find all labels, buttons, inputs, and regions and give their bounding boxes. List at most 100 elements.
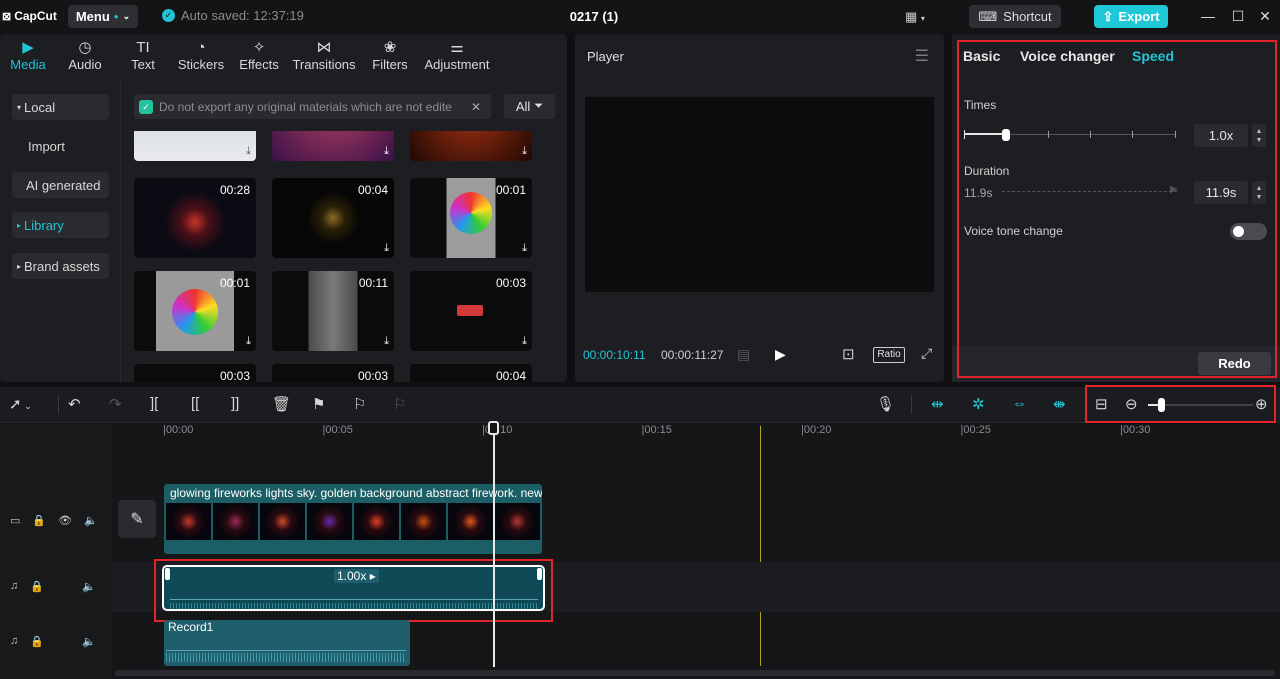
hamburger-menu-icon[interactable]: ☰ xyxy=(915,46,929,66)
video-frame xyxy=(166,503,211,540)
tab-effects[interactable]: ✧ Effects xyxy=(230,34,288,80)
download-icon[interactable]: ⤓ xyxy=(246,335,251,348)
speaker-icon[interactable]: 🔈 xyxy=(84,514,98,527)
media-tile[interactable]: 00:04 ⤓ xyxy=(272,178,394,258)
media-tile[interactable]: 00:01 ⤓ xyxy=(134,271,256,351)
notice-banner: ✓ Do not export any original materials w… xyxy=(134,94,491,119)
media-tile[interactable]: 00:04 xyxy=(410,364,532,382)
download-icon[interactable]: ⤓ xyxy=(384,242,389,255)
duration-label: 00:03 xyxy=(357,369,388,382)
title-bar: ⊠ CapCut Menu ● ⌄ ✓ Auto saved: 12:37:19… xyxy=(0,0,1280,33)
record-clip[interactable]: Record1 xyxy=(164,620,410,666)
speaker-icon[interactable]: 🔈 xyxy=(82,635,96,648)
link-icon[interactable]: ⇔ xyxy=(1012,395,1027,412)
media-tile[interactable]: 00:01 ⤓ xyxy=(410,178,532,258)
split-right-icon[interactable]: ]] xyxy=(231,395,239,412)
playhead-handle[interactable] xyxy=(488,421,499,435)
ruler-label: |00:25 xyxy=(960,424,991,436)
crop-icon[interactable]: ⚐ xyxy=(393,395,406,413)
player-preview[interactable] xyxy=(585,97,934,292)
tab-adjustment[interactable]: ⚌ Adjustment xyxy=(420,34,494,80)
media-tile[interactable]: 00:03 xyxy=(134,364,256,382)
duration-label: 00:28 xyxy=(219,183,250,197)
video-track-icon: ▭ xyxy=(10,515,21,527)
maximize-icon[interactable]: ☐ xyxy=(1229,8,1247,26)
sidebar-item-import[interactable]: Import xyxy=(12,133,109,159)
media-tile[interactable]: 00:28 xyxy=(134,178,256,258)
tab-label: Adjustment xyxy=(424,57,490,72)
media-tile[interactable]: 00:03 xyxy=(272,364,394,382)
pencil-icon: ✎ xyxy=(130,511,144,528)
sidebar-item-local[interactable]: ▾ Local xyxy=(12,94,109,120)
filter-all-button[interactable]: All ⏷ xyxy=(504,94,555,119)
export-label: Export xyxy=(1118,9,1160,24)
close-icon[interactable]: ✕ xyxy=(1256,8,1274,26)
close-icon[interactable]: ✕ xyxy=(471,100,481,114)
audio-icon: ◷ xyxy=(78,39,92,56)
tab-label: Transitions xyxy=(292,57,356,72)
split-icon[interactable]: ][ xyxy=(150,395,158,412)
shortcut-button[interactable]: ⌨ Shortcut xyxy=(969,5,1061,28)
download-icon[interactable]: ⤓ xyxy=(384,145,389,158)
lock-icon[interactable]: 🔒 xyxy=(30,580,44,593)
video-clip[interactable]: glowing fireworks lights sky. golden bac… xyxy=(164,484,542,554)
media-tile[interactable]: ⤓ xyxy=(134,131,256,161)
download-icon[interactable]: ⤓ xyxy=(522,242,527,255)
redo-icon[interactable]: ↷ xyxy=(109,395,122,413)
duration-label: 00:03 xyxy=(495,276,526,290)
sidebar-item-label: Brand assets xyxy=(24,258,100,274)
duration-label: 00:11 xyxy=(358,276,388,290)
media-tile[interactable]: ⤓ xyxy=(272,131,394,161)
playhead[interactable] xyxy=(493,424,495,667)
edit-cover-button[interactable]: ✎ xyxy=(118,500,156,538)
export-button[interactable]: ⇪ Export xyxy=(1094,5,1168,28)
ruler-label: |00:20 xyxy=(801,424,832,436)
video-frame xyxy=(448,503,493,540)
record-waveform xyxy=(166,650,406,651)
eye-icon[interactable]: 👁 xyxy=(58,514,72,527)
select-cursor-icon[interactable]: ➚ ⌄ xyxy=(9,395,32,413)
tab-transitions[interactable]: ⋈ Transitions xyxy=(288,34,360,80)
media-tile[interactable]: 00:11 ⤓ xyxy=(272,271,394,351)
tab-filters[interactable]: ❀ Filters xyxy=(360,34,420,80)
media-grid: ⤓ ⤓ ⤓ 00:28 00:04 ⤓ 00:01 ⤓ 00:01 ⤓ 00:1… xyxy=(134,131,554,382)
ruler-label: |00:30 xyxy=(1120,424,1151,436)
fullscreen-icon[interactable]: ⤢ xyxy=(921,345,932,362)
download-icon[interactable]: ⤓ xyxy=(522,335,527,348)
magnet-link-icon[interactable]: ⇹ xyxy=(931,395,944,413)
download-icon[interactable]: ⤓ xyxy=(384,335,389,348)
tab-audio[interactable]: ◷ Audio xyxy=(56,34,114,80)
download-icon[interactable]: ⤓ xyxy=(246,145,251,158)
download-icon[interactable]: ⤓ xyxy=(522,145,527,158)
media-tile[interactable]: 00:03 ⤓ xyxy=(410,271,532,351)
media-panel: ▶︎ Media ◷ Audio TI Text ◔ Stickers ✧ Ef… xyxy=(0,34,567,382)
delete-icon[interactable]: 🗑 xyxy=(272,395,291,413)
divider xyxy=(58,396,59,414)
lock-icon[interactable]: 🔒 xyxy=(30,635,44,648)
undo-icon[interactable]: ↶ xyxy=(68,395,81,413)
split-left-icon[interactable]: [[ xyxy=(191,395,199,412)
layout-icon[interactable]: ▦ ▾ xyxy=(905,9,925,25)
video-frame xyxy=(307,503,352,540)
sidebar-item-library[interactable]: ▸ Library xyxy=(12,212,109,238)
play-icon[interactable]: ▶ xyxy=(775,346,786,363)
microphone-icon[interactable]: 🎙 xyxy=(876,395,895,413)
tab-text[interactable]: TI Text xyxy=(114,34,172,80)
tab-label: Stickers xyxy=(177,57,225,72)
flag-icon[interactable]: ⚐ xyxy=(353,395,366,413)
minimize-icon[interactable]: — xyxy=(1199,8,1217,26)
tab-media[interactable]: ▶︎ Media xyxy=(0,34,56,80)
auto-snap-icon[interactable]: ✲ xyxy=(972,395,985,413)
ratio-button[interactable]: Ratio xyxy=(873,347,905,363)
preview-axis-icon[interactable]: ⇼ xyxy=(1053,395,1066,413)
screenshot-icon[interactable]: ⊡ xyxy=(842,345,855,363)
tab-stickers[interactable]: ◔ Stickers xyxy=(172,34,230,80)
speaker-icon[interactable]: 🔈 xyxy=(82,580,96,593)
timeline-grid-icon[interactable]: ▤ xyxy=(737,346,750,363)
horizontal-scrollbar[interactable] xyxy=(115,670,1275,676)
sidebar-item-ai-generated[interactable]: AI generated xyxy=(12,172,109,198)
sidebar-item-brand-assets[interactable]: ▸ Brand assets xyxy=(12,253,109,279)
marker-icon[interactable]: ⚑ xyxy=(312,395,325,413)
lock-icon[interactable]: 🔒 xyxy=(32,514,46,527)
media-tile[interactable]: ⤓ xyxy=(410,131,532,161)
